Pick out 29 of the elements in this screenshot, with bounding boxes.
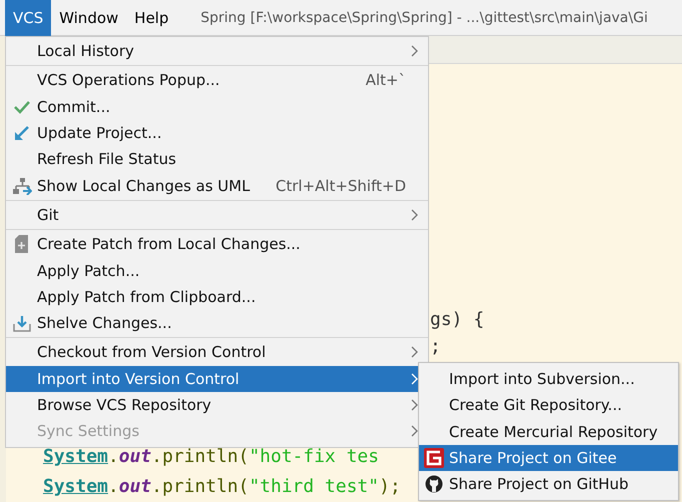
menu-item[interactable]: Share Project on GitHub	[419, 471, 678, 498]
arrow-icon	[14, 126, 29, 141]
check-icon	[14, 100, 30, 114]
menu-item[interactable]: Checkout from Version Control	[6, 339, 428, 366]
diagram-icon	[12, 176, 32, 195]
menu-item[interactable]: Show Local Changes as UML Ctrl+Alt+Shift+D	[6, 172, 428, 199]
menu-item[interactable]: Apply Patch...	[6, 257, 428, 284]
menu-item[interactable]: Commit...	[6, 94, 428, 120]
menu-item[interactable]: VCS Operations Popup... Alt+`	[6, 67, 428, 94]
menu-item[interactable]: Share Project on Gitee	[419, 444, 678, 472]
menu-item[interactable]: Git	[6, 202, 428, 228]
menu-item[interactable]: Shelve Changes...	[6, 310, 428, 336]
menu-bar-item[interactable]: Window	[51, 0, 126, 36]
menu-bar-item[interactable]: Help	[126, 0, 177, 36]
menu-item[interactable]: Update Project...	[6, 120, 428, 146]
menu-item[interactable]: Apply Patch from Clipboard...	[6, 284, 428, 310]
download-icon	[12, 314, 30, 332]
code-line: gs) {	[430, 308, 486, 332]
document-icon	[15, 235, 28, 254]
menu-item[interactable]: Refresh File Status	[6, 146, 428, 172]
code-line: ;	[430, 336, 442, 360]
menu-bar-item[interactable]: VCS	[5, 0, 52, 36]
cat-logo-icon	[425, 475, 443, 494]
g-logo-icon	[424, 448, 444, 468]
code-line: System.out.println("hot-fix tes	[43, 444, 379, 469]
code-line: System.out.println("third test");	[43, 474, 401, 499]
menu-item[interactable]: Create Patch from Local Changes...	[6, 231, 428, 258]
window-title: Spring [F:\workspace\Spring\Spring] - ...\gittest\src\main\java\Gi	[200, 10, 648, 26]
menu-item[interactable]: Local History	[6, 38, 428, 64]
